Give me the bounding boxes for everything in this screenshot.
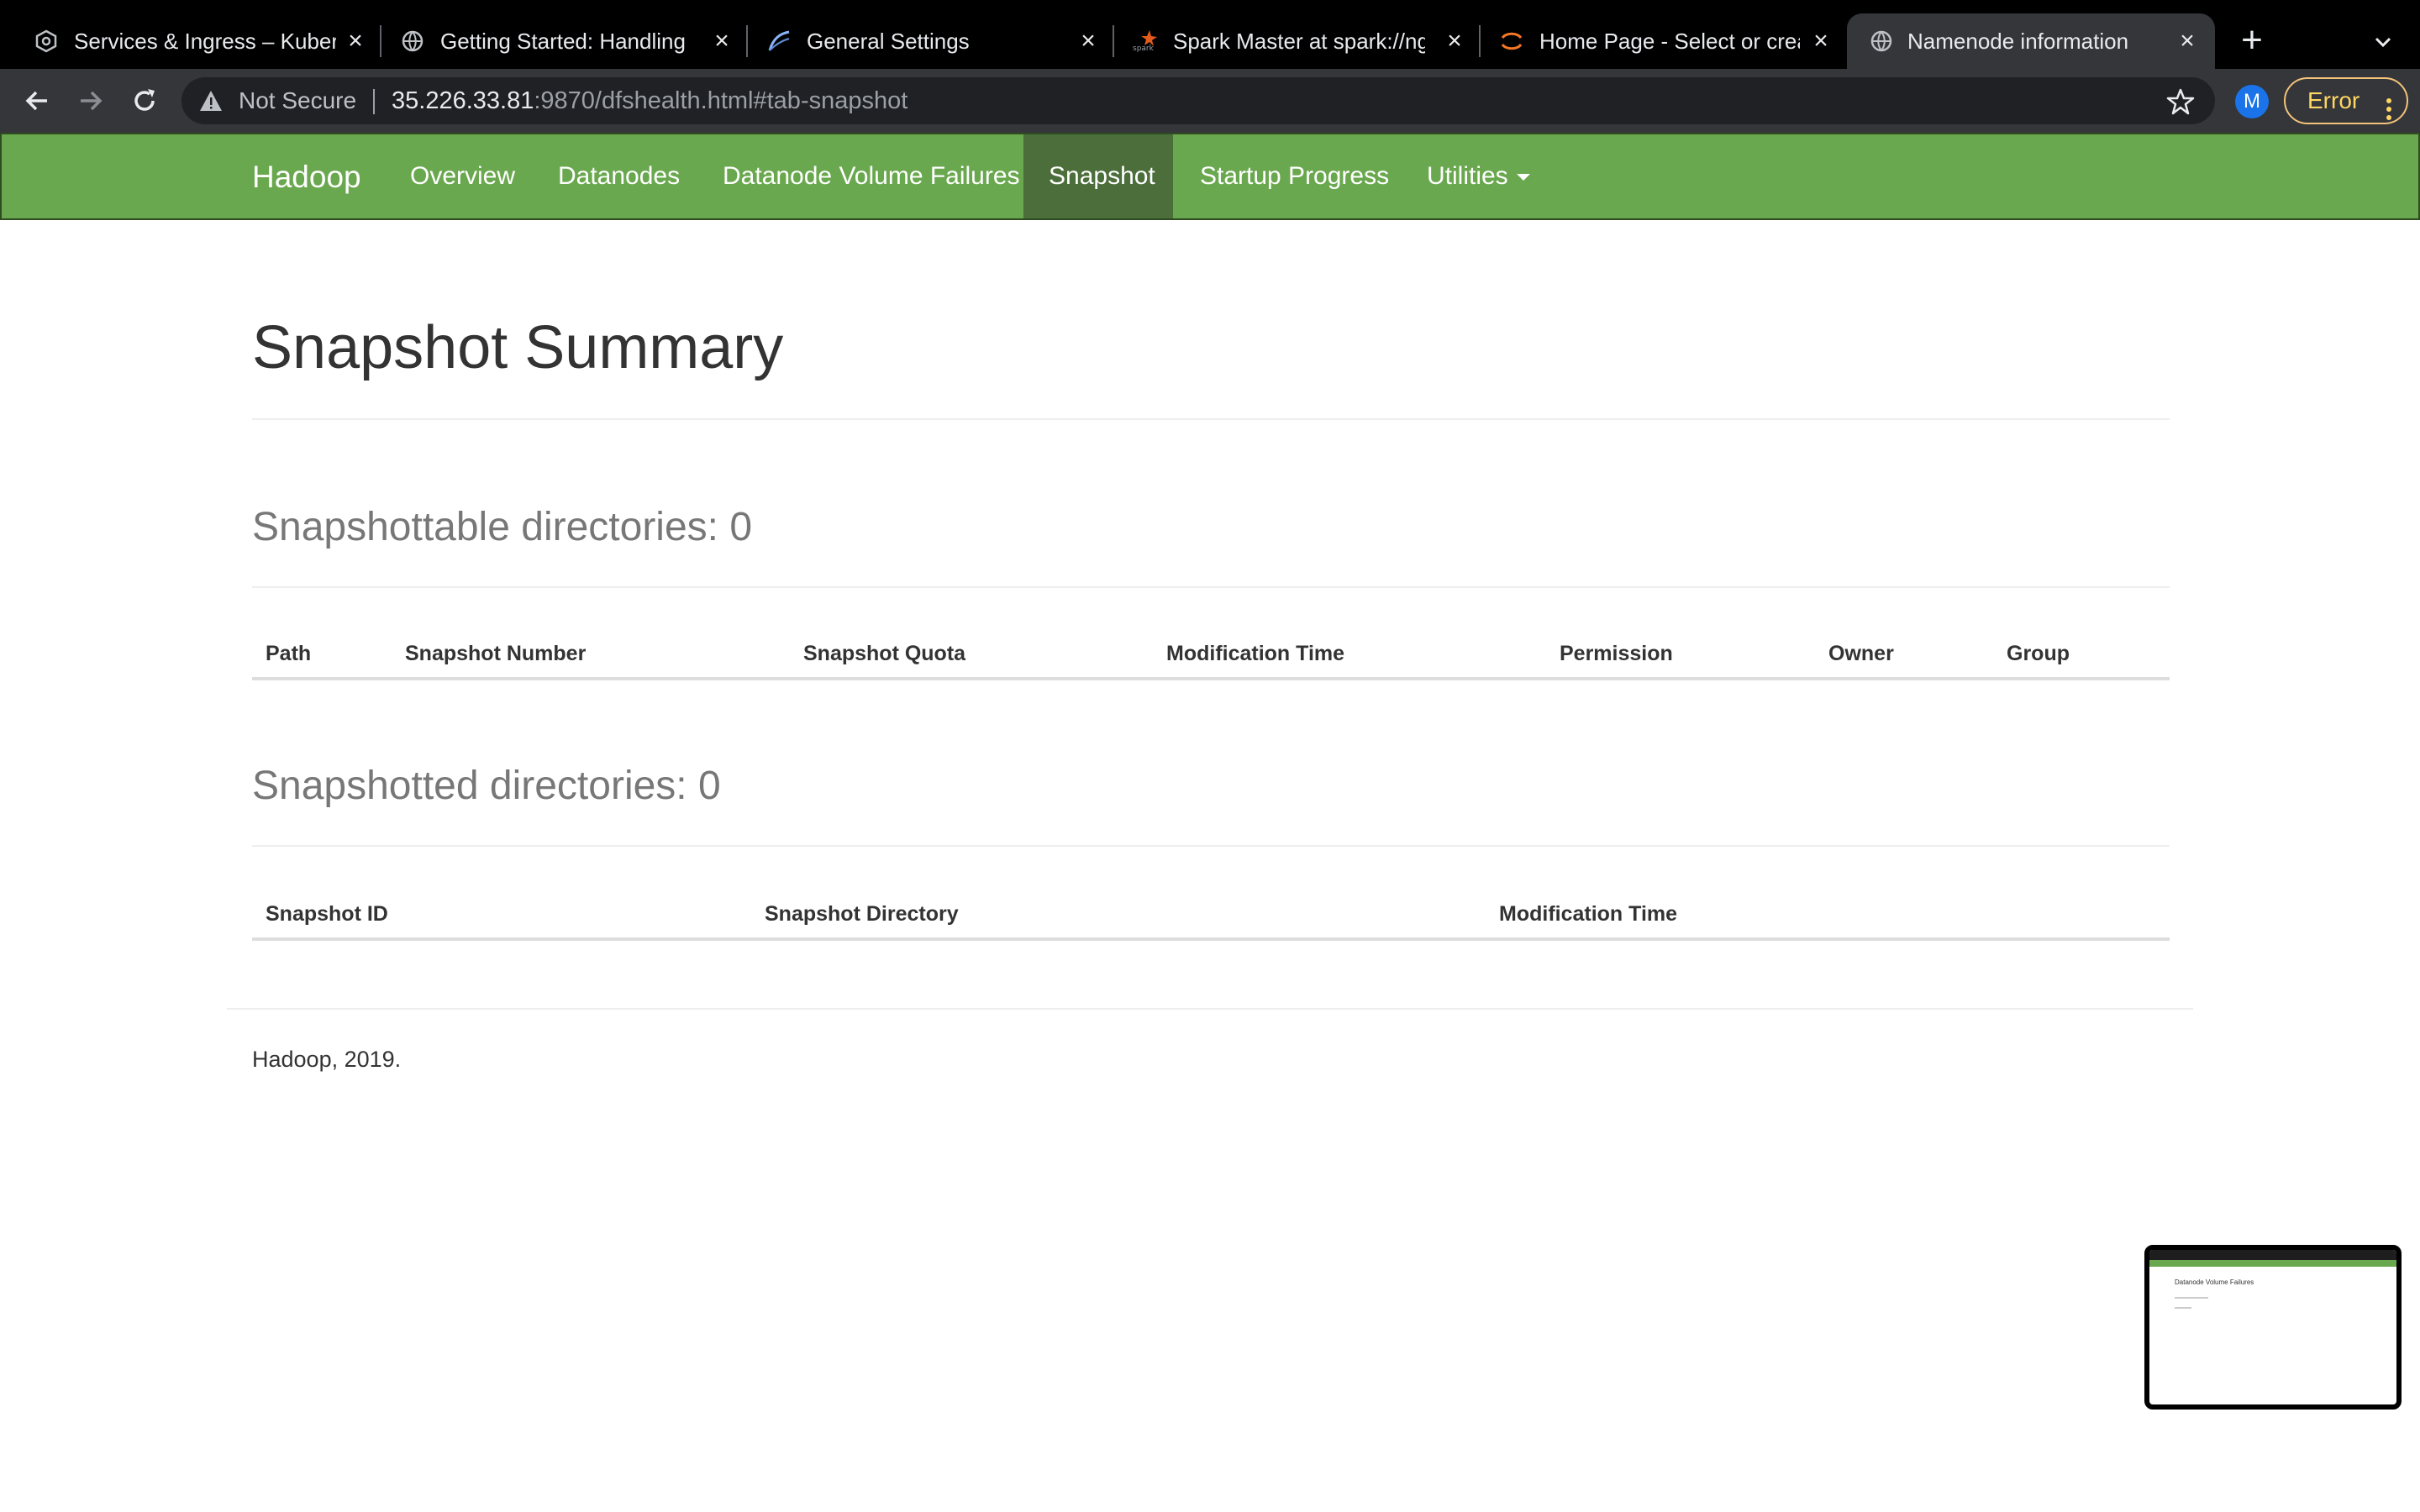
nav-overview[interactable]: Overview bbox=[385, 134, 540, 218]
nav-utilities-label: Utilities bbox=[1427, 162, 1508, 190]
tab-search-chevron-icon[interactable] bbox=[2368, 27, 2398, 57]
page-title: Snapshot Summary bbox=[252, 314, 784, 381]
reload-button[interactable] bbox=[124, 81, 165, 121]
title-divider bbox=[252, 418, 2170, 420]
column-header[interactable]: Owner bbox=[1828, 642, 1894, 666]
column-header[interactable]: Modification Time bbox=[1499, 902, 1677, 927]
globe-icon bbox=[1869, 29, 1894, 54]
tab-spark-master[interactable]: spark Spark Master at spark://ngi × bbox=[1099, 13, 1465, 69]
nav-datanode-volume-failures[interactable]: Datanode Volume Failures bbox=[697, 134, 1045, 218]
forward-arrow-icon bbox=[81, 91, 103, 111]
globe-icon bbox=[400, 29, 425, 54]
tab-strip: Services & Ingress – Kuberr × Getting St… bbox=[0, 0, 2420, 69]
footer-divider bbox=[227, 1008, 2193, 1010]
url-path: :9870/dfshealth.html#tab-snapshot bbox=[534, 87, 908, 114]
tab-title: Spark Master at spark://ngi bbox=[1173, 29, 1425, 54]
window-thumbnail-preview[interactable]: Datanode Volume Failures bbox=[2144, 1245, 2402, 1410]
browser-toolbar: Not Secure 35.226.33.81:9870/dfshealth.h… bbox=[0, 69, 2420, 133]
error-label: Error bbox=[2307, 87, 2360, 113]
tab-title: Getting Started: Handling F bbox=[440, 29, 692, 54]
nav-snapshot[interactable]: Snapshot bbox=[1023, 134, 1173, 218]
column-header[interactable]: Snapshot Number bbox=[405, 642, 586, 666]
security-status-label[interactable]: Not Secure bbox=[239, 87, 356, 114]
column-header[interactable]: Path bbox=[266, 642, 311, 666]
tab-general-settings[interactable]: General Settings × bbox=[733, 13, 1099, 69]
bookmark-star-icon[interactable] bbox=[2166, 87, 2195, 116]
thumbnail-title: Datanode Volume Failures bbox=[2175, 1278, 2254, 1286]
column-header[interactable]: Permission bbox=[1560, 642, 1673, 666]
more-menu-icon[interactable] bbox=[2386, 91, 2391, 120]
snapshotted-table-header: Snapshot ID Snapshot Directory Modificat… bbox=[252, 882, 2170, 941]
snapshotted-heading: Snapshotted directories: 0 bbox=[252, 764, 721, 808]
close-icon[interactable]: × bbox=[2175, 27, 2200, 55]
nav-startup-progress[interactable]: Startup Progress bbox=[1175, 134, 1414, 218]
airflow-icon bbox=[766, 29, 792, 54]
footer-copyright: Hadoop, 2019. bbox=[252, 1047, 402, 1072]
column-header[interactable]: Snapshot ID bbox=[266, 902, 388, 927]
close-icon[interactable]: × bbox=[1442, 27, 1467, 55]
snapshottable-table-header: Path Snapshot Number Snapshot Quota Modi… bbox=[252, 622, 2170, 680]
thumbnail-line bbox=[2175, 1297, 2208, 1299]
tab-title: Namenode information bbox=[1907, 29, 2129, 54]
tab-getting-started[interactable]: Getting Started: Handling F × bbox=[366, 13, 733, 69]
profile-avatar[interactable]: M bbox=[2235, 85, 2269, 118]
back-button[interactable] bbox=[17, 81, 57, 121]
caret-down-icon bbox=[1516, 174, 1530, 181]
close-icon[interactable]: × bbox=[343, 27, 368, 55]
close-icon[interactable]: × bbox=[709, 27, 734, 55]
jupyter-icon bbox=[1499, 29, 1524, 54]
nav-utilities-dropdown[interactable]: Utilities bbox=[1402, 134, 1555, 218]
warning-icon[interactable] bbox=[198, 89, 224, 113]
thumbnail-navbar bbox=[2149, 1260, 2396, 1267]
tab-title: Services & Ingress – Kuberr bbox=[74, 29, 336, 54]
snapshottable-heading: Snapshottable directories: 0 bbox=[252, 505, 753, 549]
back-arrow-icon bbox=[25, 91, 47, 111]
kubernetes-icon bbox=[34, 29, 59, 54]
thumbnail-line bbox=[2175, 1307, 2191, 1309]
url-text[interactable]: 35.226.33.81:9870/dfshealth.html#tab-sna… bbox=[392, 87, 908, 114]
tab-namenode-information[interactable]: Namenode information × bbox=[1847, 13, 2215, 69]
column-header[interactable]: Snapshot Quota bbox=[803, 642, 965, 666]
reload-icon bbox=[134, 89, 155, 111]
close-icon[interactable]: × bbox=[1076, 27, 1101, 55]
nav-datanodes[interactable]: Datanodes bbox=[533, 134, 705, 218]
svg-text:spark: spark bbox=[1133, 45, 1155, 53]
forward-button[interactable] bbox=[71, 81, 111, 121]
section-divider bbox=[252, 845, 2170, 847]
thumbnail-tabbar bbox=[2149, 1250, 2396, 1260]
column-header[interactable]: Modification Time bbox=[1166, 642, 1344, 666]
url-host: 35.226.33.81 bbox=[392, 87, 534, 114]
section-divider bbox=[252, 586, 2170, 588]
address-divider bbox=[373, 89, 375, 114]
column-header[interactable]: Snapshot Directory bbox=[765, 902, 959, 927]
column-header[interactable]: Group bbox=[2007, 642, 2070, 666]
tab-title: Home Page - Select or crea bbox=[1539, 29, 1800, 54]
error-button[interactable]: Error bbox=[2284, 77, 2408, 124]
new-tab-button[interactable]: + bbox=[2233, 22, 2270, 60]
tab-title: General Settings bbox=[807, 29, 970, 54]
spark-icon: spark bbox=[1133, 29, 1158, 54]
close-icon[interactable]: × bbox=[1808, 27, 1833, 55]
tab-kubernetes[interactable]: Services & Ingress – Kuberr × bbox=[0, 13, 378, 69]
brand-logo[interactable]: Hadoop bbox=[252, 155, 361, 200]
address-bar[interactable]: Not Secure 35.226.33.81:9870/dfshealth.h… bbox=[182, 77, 2215, 124]
hadoop-navbar: Hadoop Overview Datanodes Datanode Volum… bbox=[0, 133, 2420, 220]
tab-jupyter-home[interactable]: Home Page - Select or crea × bbox=[1465, 13, 1847, 69]
